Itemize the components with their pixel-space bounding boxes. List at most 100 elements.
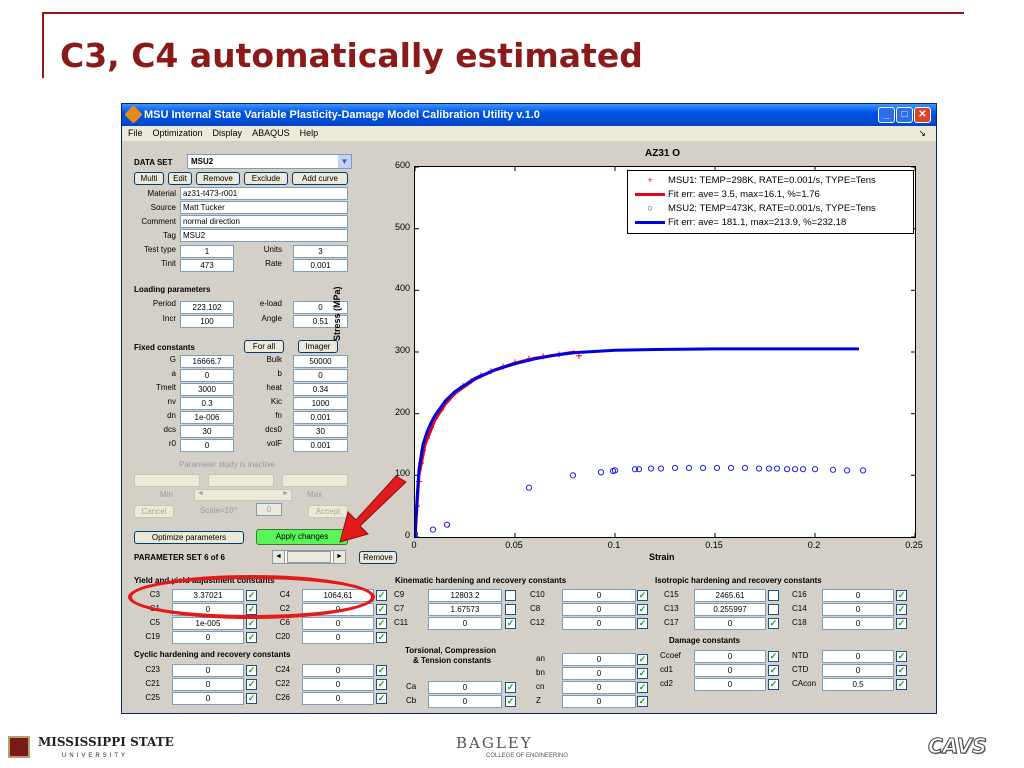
iso-checkbox-1[interactable] [768,604,779,615]
kin-field2-0[interactable]: 0 [562,589,636,602]
fixed-field-4[interactable]: 1e-006 [180,411,234,424]
fixed-field-6[interactable]: 0 [180,439,234,452]
fixed-field-0[interactable]: 16666.7 [180,355,234,368]
yield-checkbox2-2[interactable]: ✓ [376,618,387,629]
dmg-checkbox-0[interactable]: ✓ [768,651,779,662]
period-field[interactable]: 223.102 [180,301,234,314]
edit-button[interactable]: Edit [168,172,192,185]
iso-field-0[interactable]: 2465.61 [694,589,766,602]
iso-checkbox-2[interactable]: ✓ [768,618,779,629]
kin-checkbox-2[interactable]: ✓ [505,618,516,629]
dmg-checkbox2-2[interactable]: ✓ [896,679,907,690]
tor-extra-field-1[interactable]: 0 [562,695,636,708]
iso-checkbox2-0[interactable]: ✓ [896,590,907,601]
fixed-field2-0[interactable]: 50000 [293,355,348,368]
menu-display[interactable]: Display [213,128,243,138]
kin-field-0[interactable]: 12803.2 [428,589,502,602]
fixed-field2-1[interactable]: 0 [293,369,348,382]
close-button[interactable]: ✕ [914,107,931,123]
kin-checkbox2-0[interactable]: ✓ [637,590,648,601]
dmg-checkbox-2[interactable]: ✓ [768,679,779,690]
fixed-field2-6[interactable]: 0.001 [293,439,348,452]
tor-checkbox-1[interactable]: ✓ [505,696,516,707]
yield-checkbox2-0[interactable]: ✓ [376,590,387,601]
kin-field-2[interactable]: 0 [428,617,502,630]
fixed-field-3[interactable]: 0.3 [180,397,234,410]
dmg-field-1[interactable]: 0 [694,664,766,677]
cyclic-checkbox2-1[interactable]: ✓ [376,679,387,690]
for-all-button[interactable]: For all [244,340,284,353]
kin-checkbox-1[interactable] [505,604,516,615]
testtype-field[interactable]: 1 [180,245,234,258]
cyclic-checkbox-0[interactable]: ✓ [246,665,257,676]
iso-field-1[interactable]: 0.255997 [694,603,766,616]
fixed-field2-5[interactable]: 30 [293,425,348,438]
arrow-right-icon[interactable]: ► [333,551,345,563]
yield-checkbox2-3[interactable]: ✓ [376,632,387,643]
study-slider[interactable]: ◄ ► [194,489,292,501]
yield-field2-2[interactable]: 0 [302,617,374,630]
yield-field2-3[interactable]: 0 [302,631,374,644]
kin-field-1[interactable]: 1.67573 [428,603,502,616]
minimize-button[interactable]: _ [878,107,895,123]
fixed-field2-4[interactable]: 0.001 [293,411,348,424]
tor-field-0[interactable]: 0 [428,681,502,694]
dataset-select[interactable]: MSU2 ▼ [187,154,352,169]
material-field[interactable]: az31-t473-r001 [180,187,348,200]
cyclic-checkbox2-0[interactable]: ✓ [376,665,387,676]
tag-field[interactable]: MSU2 [180,229,348,242]
maximize-button[interactable]: □ [896,107,913,123]
cyclic-field2-2[interactable]: 0 [302,692,374,705]
yield-checkbox-2[interactable]: ✓ [246,618,257,629]
dmg-checkbox2-0[interactable]: ✓ [896,651,907,662]
iso-checkbox2-2[interactable]: ✓ [896,618,907,629]
kin-checkbox2-2[interactable]: ✓ [637,618,648,629]
cyclic-checkbox2-2[interactable]: ✓ [376,693,387,704]
tor-extra-field-0[interactable]: 0 [562,681,636,694]
tor-field2-0[interactable]: 0 [562,653,636,666]
tor-field-1[interactable]: 0 [428,695,502,708]
dmg-field2-0[interactable]: 0 [822,650,894,663]
dmg-field2-2[interactable]: 0.5 [822,678,894,691]
iso-checkbox2-1[interactable]: ✓ [896,604,907,615]
dmg-checkbox2-1[interactable]: ✓ [896,665,907,676]
cyclic-field2-1[interactable]: 0 [302,678,374,691]
exclude-button[interactable]: Exclude [244,172,288,185]
incr-field[interactable]: 100 [180,315,234,328]
tor-extra-checkbox-0[interactable]: ✓ [637,682,648,693]
fixed-field2-3[interactable]: 1000 [293,397,348,410]
menu-dock-arrow-icon[interactable]: ↘ [918,126,926,141]
optimize-parameters-button[interactable]: Optimize parameters [134,531,244,544]
cyclic-field-1[interactable]: 0 [172,678,244,691]
tor-field2-1[interactable]: 0 [562,667,636,680]
iso-field2-0[interactable]: 0 [822,589,894,602]
tor-checkbox2-0[interactable]: ✓ [637,654,648,665]
tor-checkbox2-1[interactable]: ✓ [637,668,648,679]
window-titlebar[interactable]: MSU Internal State Variable Plasticity-D… [122,104,936,126]
dmg-checkbox-1[interactable]: ✓ [768,665,779,676]
cyclic-checkbox-2[interactable]: ✓ [246,693,257,704]
menu-help[interactable]: Help [300,128,319,138]
tor-extra-checkbox-1[interactable]: ✓ [637,696,648,707]
add-curve-button[interactable]: Add curve [292,172,348,185]
cyclic-field-0[interactable]: 0 [172,664,244,677]
yield-checkbox2-1[interactable]: ✓ [376,604,387,615]
fixed-field-2[interactable]: 3000 [180,383,234,396]
paramset-thumb[interactable] [287,551,331,563]
iso-checkbox-0[interactable] [768,590,779,601]
kin-checkbox2-1[interactable]: ✓ [637,604,648,615]
menu-abaqus[interactable]: ABAQUS [252,128,290,138]
fixed-field2-2[interactable]: 0.34 [293,383,348,396]
dmg-field-0[interactable]: 0 [694,650,766,663]
multi-button[interactable]: Multi [134,172,164,185]
units-field[interactable]: 3 [293,245,348,258]
menu-file[interactable]: File [128,128,143,138]
cyclic-field-2[interactable]: 0 [172,692,244,705]
yield-checkbox-3[interactable]: ✓ [246,632,257,643]
kin-field2-1[interactable]: 0 [562,603,636,616]
tor-checkbox-0[interactable]: ✓ [505,682,516,693]
dmg-field2-1[interactable]: 0 [822,664,894,677]
rate-field[interactable]: 0.001 [293,259,348,272]
iso-field2-2[interactable]: 0 [822,617,894,630]
yield-field-2[interactable]: 1e-005 [172,617,244,630]
